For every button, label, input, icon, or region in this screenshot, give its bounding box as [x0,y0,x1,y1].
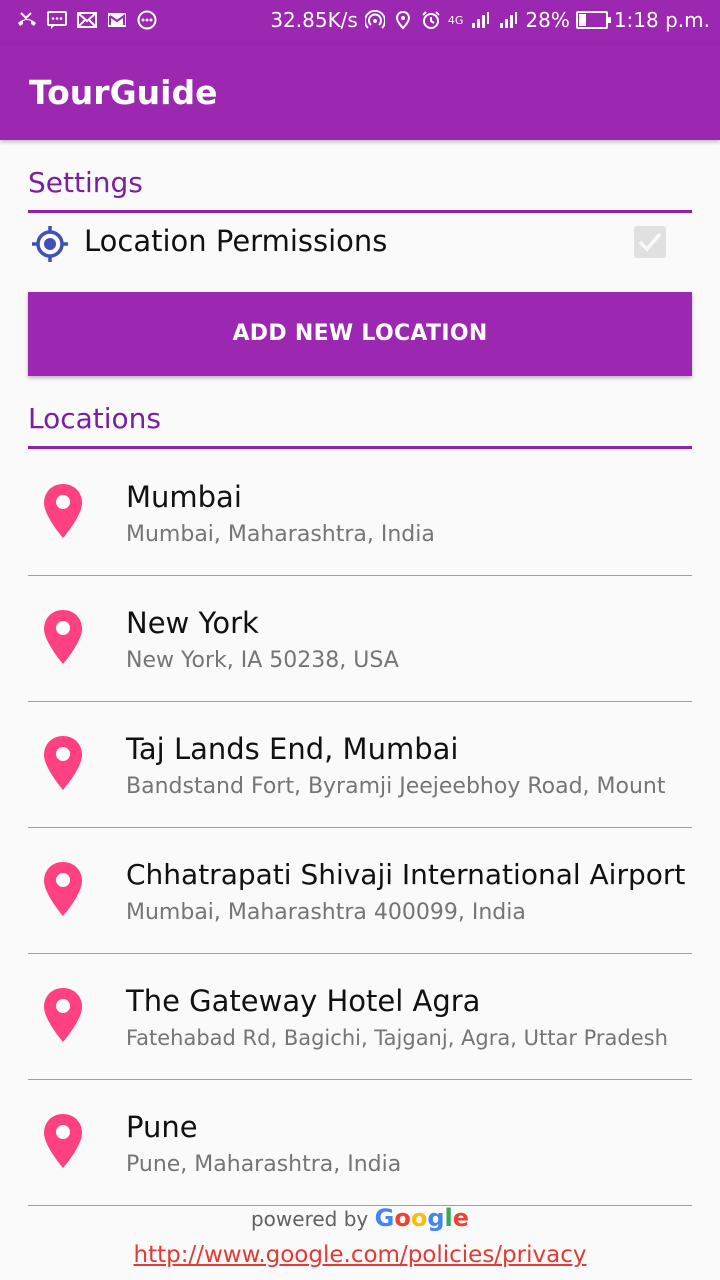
map-pin-icon [42,986,84,1048]
locations-list: Mumbai Mumbai, Maharashtra, India New Yo… [0,450,720,1206]
gmail-icon [106,9,128,31]
app-bar: TourGuide [0,44,720,140]
locations-divider [28,446,692,449]
list-item[interactable]: Chhatrapati Shivaji International Airpor… [0,828,720,954]
map-pin-icon [42,1112,84,1174]
location-address: Mumbai, Maharashtra 400099, India [126,900,526,925]
location-address: Pune, Maharashtra, India [126,1152,402,1177]
location-address: New York, IA 50238, USA [126,648,399,673]
add-new-location-button[interactable]: ADD NEW LOCATION [28,292,692,376]
signal-icon [497,9,519,31]
settings-divider [28,210,692,213]
my-location-icon [30,224,70,268]
map-pin-icon [42,734,84,796]
privacy-policy-link[interactable]: http://www.google.com/policies/privacy [0,1242,720,1268]
location-name: The Gateway Hotel Agra [126,984,481,1018]
hotspot-icon [364,9,386,31]
missed-call-icon [16,9,38,31]
location-permission-row[interactable]: Location Permissions [28,218,692,270]
settings-header: Settings [28,166,143,199]
battery-percent: 28% [525,8,570,32]
network-speed: 32.85K/s [270,8,358,32]
location-name: Chhatrapati Shivaji International Airpor… [126,858,686,891]
location-name: Pune [126,1110,198,1144]
app-title: TourGuide [29,73,218,112]
notification-icons [16,9,158,31]
location-address: Bandstand Fort, Byramji Jeejeebhoy Road,… [126,774,666,799]
location-name: New York [126,606,259,640]
location-address: Fatehabad Rd, Bagichi, Tajganj, Agra, Ut… [126,1026,668,1050]
location-icon [392,9,414,31]
list-item[interactable]: Mumbai Mumbai, Maharashtra, India [0,450,720,576]
clock: 1:18 p.m. [613,8,710,32]
powered-by-google: powered by Google [0,1204,720,1232]
powered-by-label: powered by [250,1207,369,1231]
list-item[interactable]: New York New York, IA 50238, USA [0,576,720,702]
location-address: Mumbai, Maharashtra, India [126,522,435,547]
map-pin-icon [42,608,84,670]
location-permission-label: Location Permissions [84,224,388,258]
more-icon [136,9,158,31]
email-icon [76,9,98,31]
map-pin-icon [42,860,84,922]
google-logo: Google [374,1204,470,1232]
alarm-icon [420,9,442,31]
list-item[interactable]: Taj Lands End, Mumbai Bandstand Fort, By… [0,702,720,828]
battery-icon [575,11,611,29]
network-type: 4G [447,13,464,27]
location-name: Taj Lands End, Mumbai [126,732,459,766]
status-bar: 32.85K/s 4G 28% 1:18 p.m. [0,0,720,44]
message-icon [46,9,68,31]
location-permission-checkbox[interactable] [634,226,666,258]
list-item[interactable]: Pune Pune, Maharashtra, India [0,1080,720,1206]
list-item[interactable]: The Gateway Hotel Agra Fatehabad Rd, Bag… [0,954,720,1080]
signal-icon [469,9,491,31]
locations-header: Locations [28,402,162,435]
map-pin-icon [42,482,84,544]
location-name: Mumbai [126,480,242,514]
status-indicators: 32.85K/s 4G 28% 1:18 p.m. [270,8,710,32]
